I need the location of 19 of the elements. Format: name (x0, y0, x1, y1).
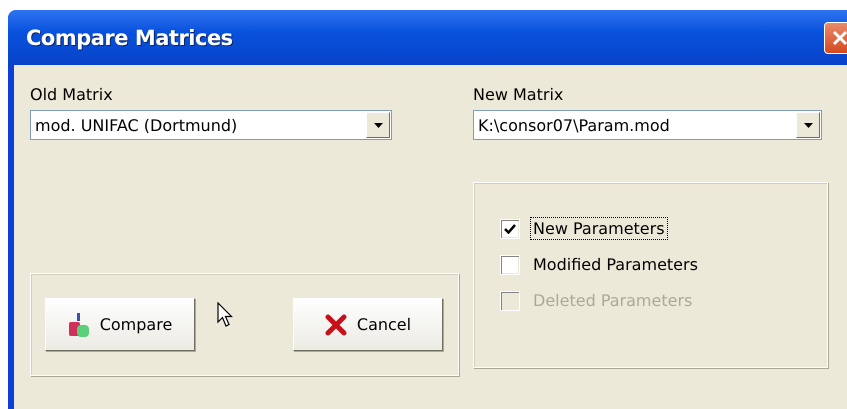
close-icon (831, 28, 847, 46)
window-title: Compare Matrices (26, 26, 233, 50)
option-checkbox[interactable]: New Parameters (500, 217, 827, 240)
cancel-button[interactable]: Cancel (293, 298, 443, 351)
close-button[interactable] (824, 22, 847, 54)
checkbox[interactable] (500, 254, 520, 274)
matrix-dropdown[interactable]: K:\consor07\Param.mod (473, 110, 822, 140)
flask-icon (68, 312, 90, 338)
option-checkbox[interactable]: Modified Parameters (500, 253, 827, 276)
field-label: New Matrix (473, 85, 564, 104)
close-icon (324, 314, 347, 336)
mouse-cursor-icon (217, 302, 233, 328)
dropdown-arrow-icon (804, 122, 812, 128)
checkmark-icon (504, 224, 516, 234)
matrix-dropdown[interactable]: mod. UNIFAC (Dortmund) (30, 110, 392, 140)
dropdown-arrow-icon (374, 122, 382, 128)
compare-button[interactable]: Compare (45, 298, 195, 351)
field-label: Old Matrix (30, 85, 114, 104)
checkbox[interactable] (500, 218, 520, 238)
